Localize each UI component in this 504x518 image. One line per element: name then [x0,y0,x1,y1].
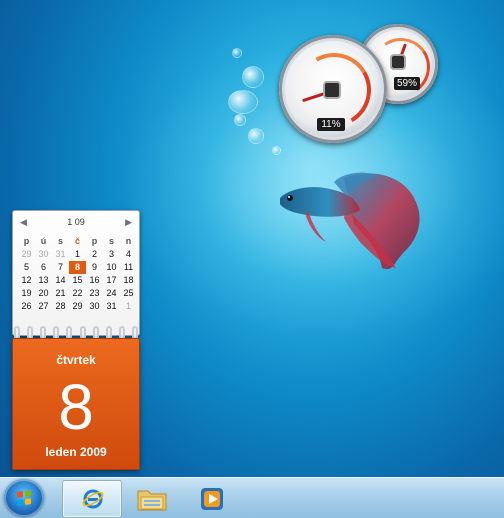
calendar-day-cell[interactable]: 3 [103,248,120,261]
calendar-weekday-header: p [23,236,30,246]
calendar-day-cell[interactable]: 14 [52,274,69,287]
calendar-day-cell[interactable]: 1 [69,248,86,261]
calendar-day-cell[interactable]: 24 [103,287,120,300]
media-player-icon [201,488,223,510]
calendar-day-cell[interactable]: 7 [52,261,69,274]
taskbar-media-player-button[interactable] [182,480,240,516]
calendar-month-label[interactable]: 1 09 [13,217,139,227]
bubble [232,48,242,58]
calendar-day-cell[interactable]: 9 [86,261,103,274]
cpu-percent: 11% [317,118,345,131]
calendar-weekday-name: čtvrtek [56,353,96,367]
calendar-day-cell[interactable]: 6 [35,261,52,274]
taskbar-windows-explorer-button[interactable] [122,480,180,516]
calendar-day-cell[interactable]: 29 [69,300,86,313]
bubble [272,146,281,155]
windows-logo-icon [16,489,32,507]
calendar-day-cell[interactable]: 12 [18,274,35,287]
calendar-day-cell[interactable]: 30 [86,300,103,313]
calendar-weekday-header: s [57,236,63,246]
calendar-day-cell[interactable]: 22 [69,287,86,300]
calendar-day-cell[interactable]: 10 [103,261,120,274]
calendar-day-cell[interactable]: 5 [18,261,35,274]
bubble [234,114,246,126]
calendar-day-cell[interactable]: 23 [86,287,103,300]
betta-fish-wallpaper [280,172,420,270]
calendar-day-cell[interactable]: 21 [52,287,69,300]
calendar-day-cell[interactable]: 15 [69,274,86,287]
calendar-day-grid: p ú s č p s n 29 30 31 1 2 3 4 5 6 7 8 9 10 11 12 13 14 15 16 17 18… [18,235,137,313]
calendar-day-cell[interactable]: 13 [35,274,52,287]
calendar-day-cell[interactable]: 17 [103,274,120,287]
start-button[interactable] [4,479,44,517]
bubble [242,66,264,88]
calendar-day-cell[interactable]: 31 [52,248,69,261]
calendar-day-cell[interactable]: 25 [120,287,137,300]
desktop: 59% 11% ◀ 1 09 ▶ p ú s č p s n 29 30 31 1 2 3 4 5 6 7 8 9 1… [0,0,504,477]
memory-percent: 59% [394,77,420,90]
next-month-arrow-icon[interactable]: ▶ [125,217,132,228]
calendar-weekday-header: p [91,236,98,246]
calendar-nav: ◀ 1 09 ▶ [13,217,139,231]
cpu-chip-icon [323,81,341,99]
calendar-day-cell[interactable]: 28 [52,300,69,313]
calendar-day-cell[interactable]: 2 [86,248,103,261]
calendar-day-cell[interactable]: 29 [18,248,35,261]
calendar-day-cell[interactable]: 1 [120,300,137,313]
calendar-day-cell[interactable]: 31 [103,300,120,313]
calendar-weekday-header: s [108,236,114,246]
memory-chip-icon [390,54,406,70]
calendar-today-cell[interactable]: 8 [69,261,86,274]
calendar-day-cell[interactable]: 20 [35,287,52,300]
bubble [228,90,258,114]
taskbar [0,477,504,518]
calendar-day-cell[interactable]: 27 [35,300,52,313]
calendar-weekday-header: č [74,236,80,246]
calendar-day-cell[interactable]: 18 [120,274,137,287]
calendar-weekday-header: n [125,236,132,246]
folder-icon [137,490,167,511]
calendar-day-cell[interactable]: 4 [120,248,137,261]
calendar-gadget[interactable]: ◀ 1 09 ▶ p ú s č p s n 29 30 31 1 2 3 4 5 6 7 8 9 10 11 12 13 1… [12,210,140,336]
calendar-day-cell[interactable]: 11 [120,261,137,274]
calendar-day-cell[interactable]: 30 [35,248,52,261]
internet-explorer-icon [82,489,104,509]
calendar-day-cell[interactable]: 26 [18,300,35,313]
calendar-month-year: leden 2009 [45,445,107,459]
cpu-meter-gadget[interactable]: 11% [279,35,387,143]
calendar-day-cell[interactable]: 19 [18,287,35,300]
calendar-day-cell[interactable]: 16 [86,274,103,287]
calendar-weekday-header: ú [40,236,47,246]
taskbar-internet-explorer-button[interactable] [62,480,122,518]
bubble [248,128,264,144]
calendar-day-number: 8 [58,371,94,443]
calendar-day-page[interactable]: čtvrtek 8 leden 2009 [12,338,140,470]
